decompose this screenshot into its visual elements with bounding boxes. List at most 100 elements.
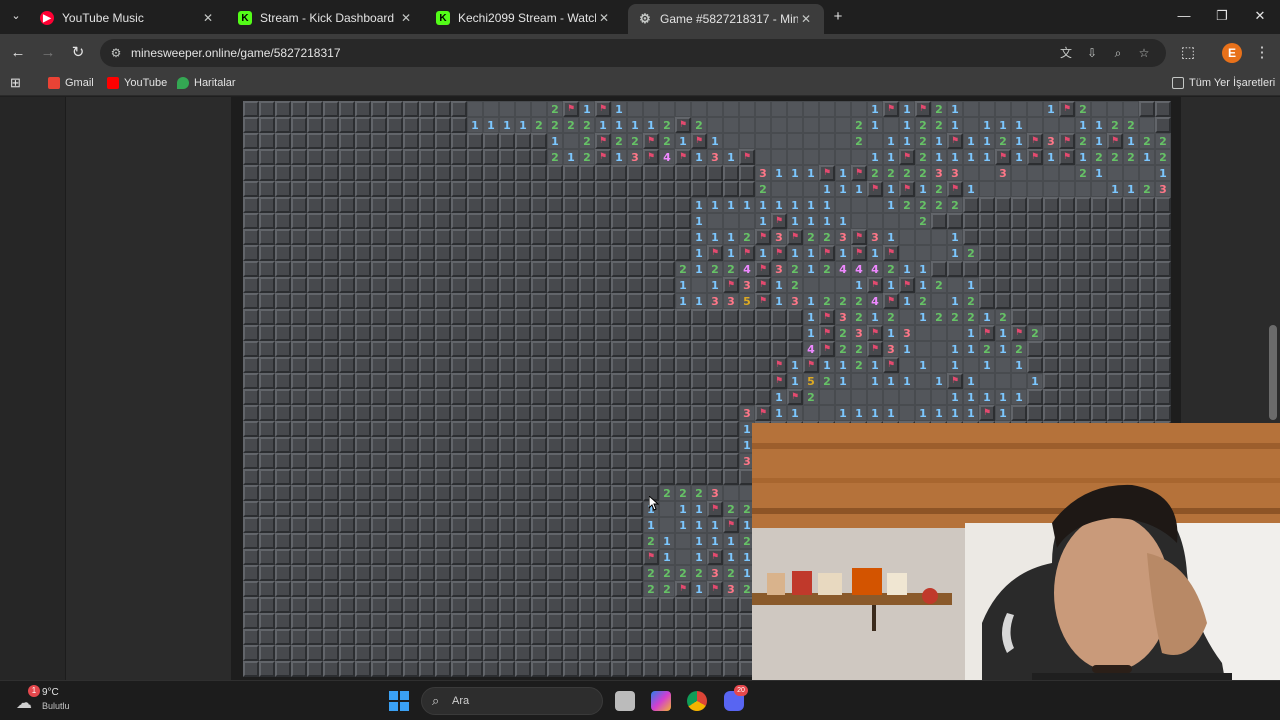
hidden-cell[interactable] [1155, 341, 1171, 357]
hidden-cell[interactable] [1155, 309, 1171, 325]
number-cell[interactable]: 1 [931, 133, 947, 149]
number-cell[interactable]: 1 [947, 341, 963, 357]
hidden-cell[interactable] [259, 165, 275, 181]
hidden-cell[interactable] [643, 389, 659, 405]
hidden-cell[interactable] [611, 613, 627, 629]
number-cell[interactable]: 1 [899, 117, 915, 133]
number-cell[interactable]: 1 [707, 277, 723, 293]
number-cell[interactable]: 4 [739, 261, 755, 277]
hidden-cell[interactable] [531, 341, 547, 357]
number-cell[interactable]: 1 [1075, 149, 1091, 165]
hidden-cell[interactable] [403, 325, 419, 341]
number-cell[interactable]: 4 [867, 261, 883, 277]
hidden-cell[interactable] [547, 197, 563, 213]
hidden-cell[interactable] [387, 117, 403, 133]
hidden-cell[interactable] [387, 309, 403, 325]
number-cell[interactable]: 1 [675, 133, 691, 149]
hidden-cell[interactable] [595, 501, 611, 517]
hidden-cell[interactable] [563, 229, 579, 245]
hidden-cell[interactable] [1139, 405, 1155, 421]
hidden-cell[interactable] [291, 165, 307, 181]
hidden-cell[interactable] [627, 501, 643, 517]
hidden-cell[interactable] [739, 357, 755, 373]
bookmark-youtube[interactable]: YouTube [107, 77, 167, 89]
hidden-cell[interactable] [1107, 405, 1123, 421]
translate-icon[interactable]: 文 [1058, 45, 1074, 61]
hidden-cell[interactable] [275, 181, 291, 197]
number-cell[interactable]: 1 [643, 117, 659, 133]
hidden-cell[interactable] [515, 133, 531, 149]
hidden-cell[interactable] [291, 517, 307, 533]
number-cell[interactable]: 2 [659, 581, 675, 597]
number-cell[interactable]: 2 [1027, 325, 1043, 341]
hidden-cell[interactable] [371, 549, 387, 565]
hidden-cell[interactable] [627, 213, 643, 229]
flag-icon[interactable]: ⚑ [643, 549, 659, 565]
hidden-cell[interactable] [531, 533, 547, 549]
hidden-cell[interactable] [659, 469, 675, 485]
hidden-cell[interactable] [467, 357, 483, 373]
hidden-cell[interactable] [323, 133, 339, 149]
number-cell[interactable]: 2 [755, 181, 771, 197]
flag-icon[interactable]: ⚑ [867, 341, 883, 357]
hidden-cell[interactable] [675, 437, 691, 453]
hidden-cell[interactable] [1139, 245, 1155, 261]
flag-icon[interactable]: ⚑ [819, 325, 835, 341]
hidden-cell[interactable] [579, 629, 595, 645]
empty-cell[interactable] [771, 101, 787, 117]
hidden-cell[interactable] [1091, 389, 1107, 405]
hidden-cell[interactable] [659, 309, 675, 325]
hidden-cell[interactable] [579, 197, 595, 213]
hidden-cell[interactable] [355, 181, 371, 197]
number-cell[interactable]: 2 [547, 101, 563, 117]
hidden-cell[interactable] [291, 261, 307, 277]
hidden-cell[interactable] [627, 405, 643, 421]
hidden-cell[interactable] [579, 293, 595, 309]
hidden-cell[interactable] [595, 661, 611, 677]
hidden-cell[interactable] [483, 309, 499, 325]
number-cell[interactable]: 3 [723, 581, 739, 597]
hidden-cell[interactable] [371, 101, 387, 117]
hidden-cell[interactable] [531, 213, 547, 229]
hidden-cell[interactable] [659, 341, 675, 357]
flag-icon[interactable]: ⚑ [771, 357, 787, 373]
hidden-cell[interactable] [371, 309, 387, 325]
hidden-cell[interactable] [611, 533, 627, 549]
hidden-cell[interactable] [467, 453, 483, 469]
number-cell[interactable]: 1 [803, 293, 819, 309]
hidden-cell[interactable] [1155, 293, 1171, 309]
hidden-cell[interactable] [339, 597, 355, 613]
hidden-cell[interactable] [435, 213, 451, 229]
hidden-cell[interactable] [515, 309, 531, 325]
hidden-cell[interactable] [1123, 277, 1139, 293]
hidden-cell[interactable] [1091, 261, 1107, 277]
hidden-cell[interactable] [723, 309, 739, 325]
hidden-cell[interactable] [451, 517, 467, 533]
number-cell[interactable]: 2 [883, 309, 899, 325]
close-icon[interactable]: ✕ [200, 11, 216, 25]
hidden-cell[interactable] [483, 629, 499, 645]
hidden-cell[interactable] [707, 325, 723, 341]
hidden-cell[interactable] [387, 405, 403, 421]
number-cell[interactable]: 2 [1075, 165, 1091, 181]
hidden-cell[interactable] [1139, 101, 1155, 117]
hidden-cell[interactable] [515, 581, 531, 597]
flag-icon[interactable]: ⚑ [691, 133, 707, 149]
hidden-cell[interactable] [451, 549, 467, 565]
hidden-cell[interactable] [355, 229, 371, 245]
hidden-cell[interactable] [1059, 325, 1075, 341]
hidden-cell[interactable] [307, 245, 323, 261]
number-cell[interactable]: 1 [547, 133, 563, 149]
hidden-cell[interactable] [691, 405, 707, 421]
hidden-cell[interactable] [515, 197, 531, 213]
hidden-cell[interactable] [1091, 309, 1107, 325]
number-cell[interactable]: 1 [499, 117, 515, 133]
hidden-cell[interactable] [499, 357, 515, 373]
number-cell[interactable]: 1 [867, 245, 883, 261]
empty-cell[interactable] [835, 149, 851, 165]
flag-icon[interactable]: ⚑ [867, 181, 883, 197]
flag-icon[interactable]: ⚑ [675, 581, 691, 597]
empty-cell[interactable] [755, 117, 771, 133]
hidden-cell[interactable] [403, 469, 419, 485]
flag-icon[interactable]: ⚑ [819, 165, 835, 181]
